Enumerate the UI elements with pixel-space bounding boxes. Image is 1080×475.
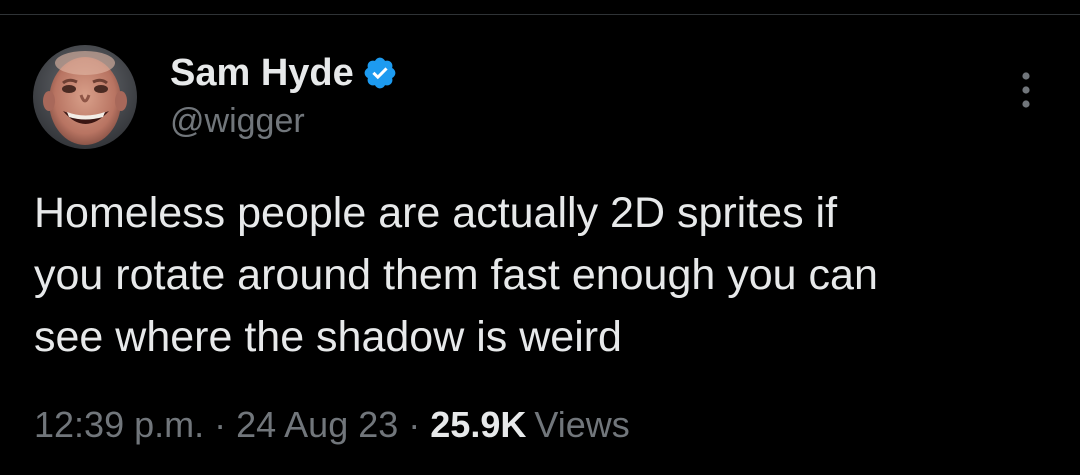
views-label: Views xyxy=(534,404,630,445)
tweet-text-line: Homeless people are actually 2D sprites … xyxy=(34,189,838,237)
avatar[interactable] xyxy=(33,45,137,149)
tweet-time[interactable]: 12:39 p.m. xyxy=(34,404,204,446)
tweet-text-line: you rotate around them fast enough you c… xyxy=(34,251,878,299)
author-handle[interactable]: @wigger xyxy=(170,102,305,141)
meta-separator: · xyxy=(408,404,421,445)
tweet-date[interactable]: 24 Aug 23 xyxy=(236,404,398,446)
more-options-button[interactable] xyxy=(1006,68,1046,112)
tweet-meta: 12:39 p.m. · 24 Aug 23 · 25.9K Views xyxy=(34,404,630,446)
more-options-icon xyxy=(1022,72,1030,108)
avatar-photo xyxy=(33,45,137,149)
name-row: Sam Hyde xyxy=(170,50,398,96)
tweet: Sam Hyde @wigger Homeless people are act… xyxy=(0,0,1080,475)
tweet-text: Homeless people are actually 2D sprites … xyxy=(34,182,1064,368)
display-name[interactable]: Sam Hyde xyxy=(170,52,354,95)
meta-separator: · xyxy=(214,404,227,445)
verified-badge-icon xyxy=(362,55,398,91)
tweet-text-line: see where the shadow is weird xyxy=(34,313,622,361)
views-count[interactable]: 25.9K xyxy=(430,404,526,446)
